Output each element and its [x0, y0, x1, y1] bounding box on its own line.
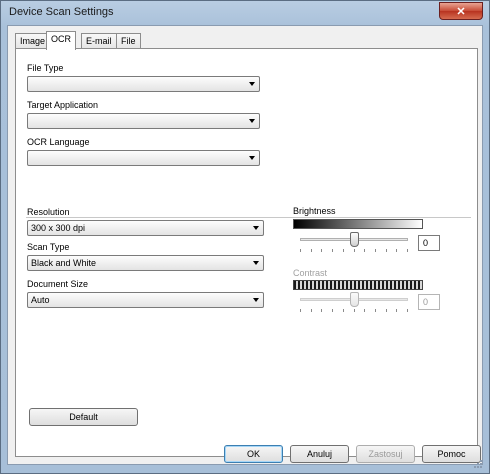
slider-tick: [321, 249, 322, 252]
contrast-slider-ticks: [300, 309, 408, 313]
document-size-dropdown[interactable]: Auto: [27, 292, 264, 308]
contrast-value-field[interactable]: 0: [418, 294, 440, 310]
apply-button[interactable]: Zastosuj: [356, 445, 415, 463]
contrast-label: Contrast: [293, 268, 328, 278]
slider-tick: [396, 309, 397, 312]
slider-tick: [332, 249, 333, 252]
slider-tick: [354, 249, 355, 252]
slider-tick: [396, 249, 397, 252]
chevron-down-icon: [253, 298, 259, 302]
slider-tick: [343, 249, 344, 252]
target-application-dropdown[interactable]: [27, 113, 260, 129]
slider-tick: [407, 249, 408, 252]
chevron-down-icon: [249, 156, 255, 160]
brightness-slider-ticks: [300, 249, 408, 253]
slider-tick: [300, 309, 301, 312]
chevron-down-icon: [249, 82, 255, 86]
title-bar[interactable]: Device Scan Settings ✕: [1, 1, 489, 25]
ocr-language-label: OCR Language: [27, 137, 90, 147]
chevron-down-icon: [253, 226, 259, 230]
slider-tick: [354, 309, 355, 312]
ok-button[interactable]: OK: [224, 445, 283, 463]
tab-ocr[interactable]: OCR: [46, 31, 76, 50]
tab-file[interactable]: File: [116, 33, 141, 49]
slider-tick: [364, 249, 365, 252]
slider-tick: [321, 309, 322, 312]
ocr-tab-panel: File Type Target Application OCR Languag…: [15, 48, 478, 457]
contrast-pattern-bar: [293, 280, 423, 290]
slider-tick: [332, 309, 333, 312]
ocr-language-dropdown[interactable]: [27, 150, 260, 166]
file-type-label: File Type: [27, 63, 64, 73]
slider-tick: [386, 309, 387, 312]
slider-tick: [407, 309, 408, 312]
target-application-label: Target Application: [27, 100, 99, 110]
chevron-down-icon: [249, 119, 255, 123]
close-button[interactable]: ✕: [439, 2, 483, 20]
slider-tick: [364, 309, 365, 312]
slider-tick: [375, 249, 376, 252]
scan-type-label: Scan Type: [27, 242, 70, 252]
default-button[interactable]: Default: [29, 408, 138, 426]
slider-tick: [311, 249, 312, 252]
chevron-down-icon: [253, 261, 259, 265]
brightness-slider-thumb[interactable]: [350, 232, 359, 247]
contrast-slider-thumb[interactable]: [350, 292, 359, 307]
scan-type-dropdown[interactable]: Black and White: [27, 255, 264, 271]
slider-tick: [300, 249, 301, 252]
resolution-value: 300 x 300 dpi: [31, 223, 86, 233]
document-size-label: Document Size: [27, 279, 89, 289]
device-scan-settings-window: Device Scan Settings ✕ Image OCR E-mail …: [0, 0, 490, 474]
brightness-value-field[interactable]: 0: [418, 235, 440, 251]
brightness-gradient-bar: [293, 219, 423, 229]
window-title: Device Scan Settings: [9, 6, 114, 18]
slider-tick: [311, 309, 312, 312]
slider-tick: [386, 249, 387, 252]
dialog-client-area: Image OCR E-mail File File Type Target A…: [7, 25, 483, 465]
slider-tick: [343, 309, 344, 312]
slider-tick: [375, 309, 376, 312]
document-size-value: Auto: [31, 295, 50, 305]
resolution-dropdown[interactable]: 300 x 300 dpi: [27, 220, 264, 236]
scan-type-value: Black and White: [31, 258, 97, 268]
resolution-label: Resolution: [27, 207, 70, 217]
tab-image[interactable]: Image: [15, 33, 51, 49]
tab-email[interactable]: E-mail: [81, 33, 117, 49]
cancel-button[interactable]: Anuluj: [290, 445, 349, 463]
resize-grip-icon[interactable]: [471, 457, 483, 469]
file-type-dropdown[interactable]: [27, 76, 260, 92]
brightness-label: Brightness: [293, 206, 336, 216]
